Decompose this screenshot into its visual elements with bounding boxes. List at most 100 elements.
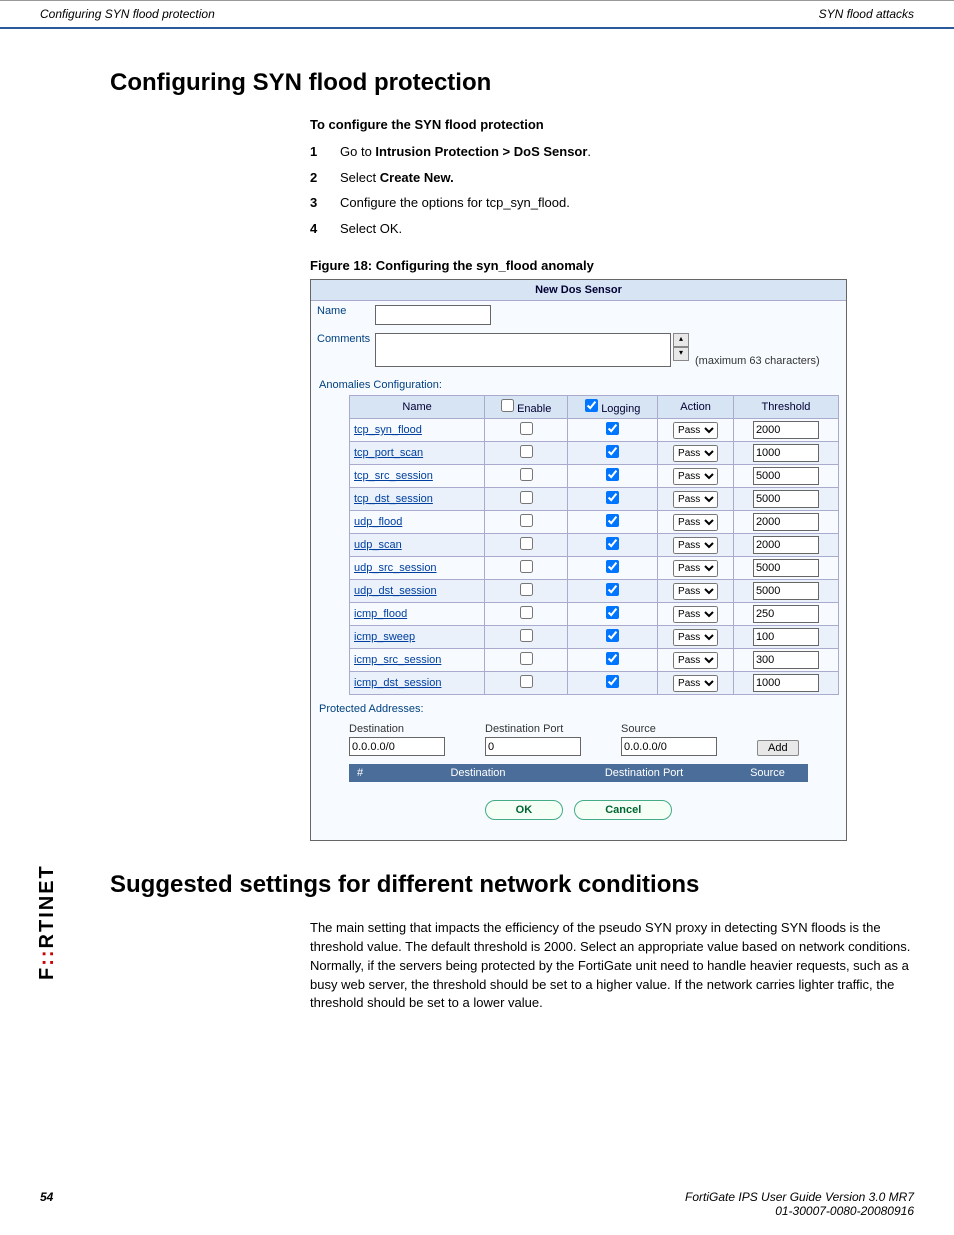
anomaly-name[interactable]: icmp_sweep <box>350 626 485 649</box>
enable-checkbox[interactable] <box>520 560 533 573</box>
anomaly-name[interactable]: tcp_port_scan <box>350 442 485 465</box>
footer-right: FortiGate IPS User Guide Version 3.0 MR7… <box>685 1190 914 1218</box>
action-select[interactable]: Pass <box>673 652 718 669</box>
max-chars-hint: (maximum 63 characters) <box>695 355 820 367</box>
logging-checkbox[interactable] <box>606 675 619 688</box>
spinner-up-icon[interactable]: ▴ <box>673 333 689 347</box>
figure-caption: Figure 18: Configuring the syn_flood ano… <box>310 258 914 273</box>
action-select[interactable]: Pass <box>673 445 718 462</box>
anomaly-name[interactable]: tcp_src_session <box>350 465 485 488</box>
col-dest: Destination <box>395 764 561 782</box>
threshold-input[interactable] <box>753 651 819 669</box>
enable-checkbox[interactable] <box>520 652 533 665</box>
threshold-input[interactable] <box>753 467 819 485</box>
anomaly-name[interactable]: udp_dst_session <box>350 580 485 603</box>
anomaly-name[interactable]: udp_src_session <box>350 557 485 580</box>
logging-checkbox[interactable] <box>606 560 619 573</box>
anomaly-name[interactable]: icmp_dst_session <box>350 672 485 695</box>
ok-button[interactable]: OK <box>485 800 564 820</box>
name-label: Name <box>317 305 375 317</box>
col-name: Name <box>350 396 485 419</box>
threshold-input[interactable] <box>753 421 819 439</box>
enable-checkbox[interactable] <box>520 445 533 458</box>
protected-list-header: # Destination Destination Port Source <box>349 764 808 782</box>
comments-label: Comments <box>317 333 375 345</box>
anomaly-name[interactable]: udp_scan <box>350 534 485 557</box>
enable-all-checkbox[interactable] <box>501 399 514 412</box>
src-input[interactable] <box>621 737 717 756</box>
logging-checkbox[interactable] <box>606 537 619 550</box>
action-select[interactable]: Pass <box>673 491 718 508</box>
threshold-input[interactable] <box>753 605 819 623</box>
action-select[interactable]: Pass <box>673 675 718 692</box>
logging-checkbox[interactable] <box>606 422 619 435</box>
action-select[interactable]: Pass <box>673 514 718 531</box>
anomaly-name[interactable]: tcp_dst_session <box>350 488 485 511</box>
col-enable[interactable]: Enable <box>485 396 568 419</box>
src-label: Source <box>621 723 717 735</box>
header-right: SYN flood attacks <box>819 7 914 21</box>
add-button[interactable]: Add <box>757 740 799 756</box>
logging-checkbox[interactable] <box>606 606 619 619</box>
enable-checkbox[interactable] <box>520 606 533 619</box>
spinner-down-icon[interactable]: ▾ <box>673 347 689 361</box>
logging-all-checkbox[interactable] <box>585 399 598 412</box>
anomaly-name[interactable]: icmp_src_session <box>350 649 485 672</box>
step-1: Go to Intrusion Protection > DoS Sensor. <box>340 142 591 162</box>
logging-checkbox[interactable] <box>606 445 619 458</box>
enable-checkbox[interactable] <box>520 629 533 642</box>
action-select[interactable]: Pass <box>673 629 718 646</box>
name-input[interactable] <box>375 305 491 325</box>
table-row: tcp_src_session Pass <box>350 465 839 488</box>
anomalies-header: Anomalies Configuration: <box>311 371 846 395</box>
heading-configuring: Configuring SYN flood protection <box>110 69 914 97</box>
anomaly-name[interactable]: icmp_flood <box>350 603 485 626</box>
logging-checkbox[interactable] <box>606 514 619 527</box>
logging-checkbox[interactable] <box>606 491 619 504</box>
body-paragraph: The main setting that impacts the effici… <box>310 919 914 1013</box>
port-input[interactable] <box>485 737 581 756</box>
logging-checkbox[interactable] <box>606 468 619 481</box>
threshold-input[interactable] <box>753 513 819 531</box>
action-select[interactable]: Pass <box>673 422 718 439</box>
table-row: udp_src_session Pass <box>350 557 839 580</box>
threshold-input[interactable] <box>753 444 819 462</box>
action-select[interactable]: Pass <box>673 537 718 554</box>
header-left: Configuring SYN flood protection <box>40 7 215 21</box>
threshold-input[interactable] <box>753 490 819 508</box>
action-select[interactable]: Pass <box>673 468 718 485</box>
action-select[interactable]: Pass <box>673 583 718 600</box>
anomaly-name[interactable]: tcp_syn_flood <box>350 419 485 442</box>
enable-checkbox[interactable] <box>520 514 533 527</box>
threshold-input[interactable] <box>753 628 819 646</box>
anomaly-name[interactable]: udp_flood <box>350 511 485 534</box>
threshold-input[interactable] <box>753 559 819 577</box>
dos-sensor-panel: New Dos Sensor Name Comments ▴▾ (maximum… <box>310 279 847 841</box>
enable-checkbox[interactable] <box>520 537 533 550</box>
enable-checkbox[interactable] <box>520 422 533 435</box>
logging-checkbox[interactable] <box>606 652 619 665</box>
dest-input[interactable] <box>349 737 445 756</box>
comments-textarea[interactable] <box>375 333 671 367</box>
enable-checkbox[interactable] <box>520 491 533 504</box>
enable-checkbox[interactable] <box>520 583 533 596</box>
threshold-input[interactable] <box>753 674 819 692</box>
enable-checkbox[interactable] <box>520 675 533 688</box>
action-select[interactable]: Pass <box>673 606 718 623</box>
cancel-button[interactable]: Cancel <box>574 800 672 820</box>
procedure-title: To configure the SYN flood protection <box>310 117 914 132</box>
step-number: 1 <box>310 142 340 162</box>
step-number: 3 <box>310 193 340 213</box>
step-number: 4 <box>310 219 340 239</box>
threshold-input[interactable] <box>753 536 819 554</box>
comments-spinner[interactable]: ▴▾ <box>673 333 689 361</box>
col-logging[interactable]: Logging <box>568 396 658 419</box>
col-action: Action <box>658 396 734 419</box>
logging-checkbox[interactable] <box>606 629 619 642</box>
action-select[interactable]: Pass <box>673 560 718 577</box>
step-4: Select OK. <box>340 219 402 239</box>
threshold-input[interactable] <box>753 582 819 600</box>
enable-checkbox[interactable] <box>520 468 533 481</box>
heading-suggested: Suggested settings for different network… <box>110 871 914 899</box>
logging-checkbox[interactable] <box>606 583 619 596</box>
